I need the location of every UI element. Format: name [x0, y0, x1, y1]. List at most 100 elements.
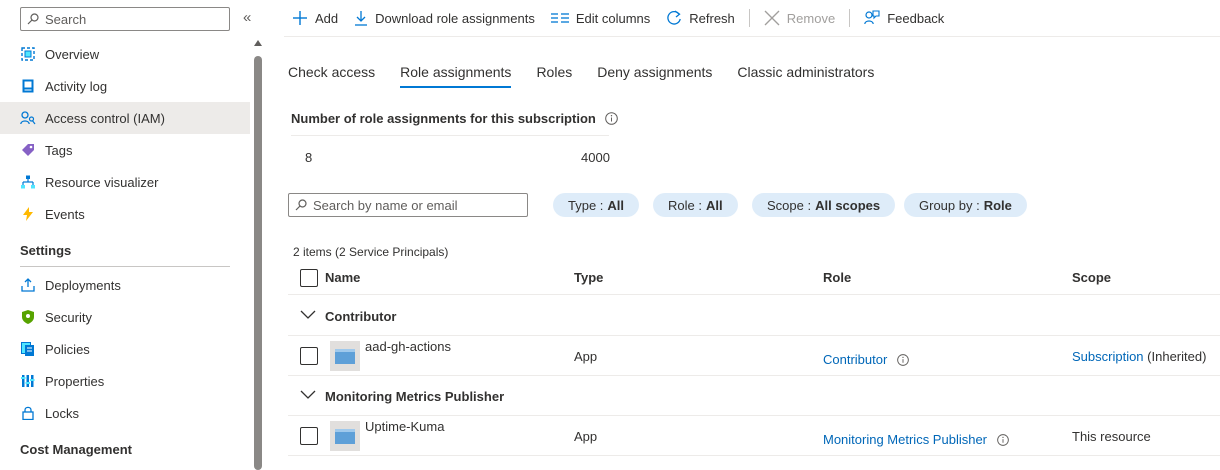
add-label: Add	[315, 10, 339, 26]
info-icon[interactable]	[996, 434, 1009, 446]
edit-columns-button[interactable]: Edit columns	[543, 4, 658, 32]
chevron-down-icon[interactable]	[300, 310, 316, 320]
row-checkbox[interactable]	[300, 427, 318, 445]
search-icon	[295, 199, 307, 211]
role-filter-value: All	[705, 197, 723, 213]
select-all-checkbox[interactable]	[300, 269, 318, 287]
sidebar-item-properties[interactable]: Properties	[0, 365, 250, 397]
scope-filter-pill[interactable]: Scope : All scopes	[752, 193, 896, 217]
search-placeholder: Search by name or email	[313, 197, 458, 213]
sidebar-item-policies[interactable]: Policies	[0, 333, 250, 365]
scroll-up-arrow-icon[interactable]	[254, 40, 262, 46]
tab-roles[interactable]: Roles	[536, 56, 572, 88]
column-header-role[interactable]: Role	[823, 270, 851, 285]
row-checkbox[interactable]	[300, 347, 318, 365]
group-header-monitoring-metrics-publisher[interactable]: Monitoring Metrics Publisher	[288, 376, 1220, 416]
scope-link[interactable]: Subscription	[1072, 349, 1144, 364]
count-progress-track	[291, 135, 609, 136]
download-label: Download role assignments	[375, 10, 535, 26]
tag-icon	[20, 142, 36, 158]
feedback-icon	[864, 10, 880, 25]
role-assignment-count-title: Number of role assignments for this subs…	[291, 111, 618, 126]
overview-icon	[20, 46, 36, 62]
sidebar-item-label: Overview	[45, 46, 100, 62]
role-link[interactable]: Contributor	[823, 352, 887, 367]
tab-classic-administrators[interactable]: Classic administrators	[737, 56, 874, 88]
role-filter-pill[interactable]: Role : All	[653, 193, 738, 217]
scope-cell: Subscription (Inherited)	[1072, 349, 1206, 364]
sidebar-item-tags[interactable]: Tags	[0, 134, 250, 166]
principal-name-link[interactable]: aad-gh-actions	[365, 339, 451, 354]
sidebar-search-placeholder: Search	[45, 11, 87, 27]
feedback-label: Feedback	[887, 10, 945, 26]
activity-log-icon	[20, 78, 36, 94]
role-cell: Monitoring Metrics Publisher	[823, 432, 1009, 447]
column-header-type[interactable]: Type	[574, 270, 603, 285]
search-by-name-input[interactable]: Search by name or email	[288, 193, 528, 217]
tab-deny-assignments[interactable]: Deny assignments	[597, 56, 712, 88]
scope-text: This resource	[1072, 429, 1151, 444]
download-role-assignments-button[interactable]: Download role assignments	[346, 4, 543, 32]
scrollbar-thumb[interactable]	[254, 56, 262, 470]
refresh-icon	[667, 10, 682, 25]
iam-tabs: Check access Role assignments Roles Deny…	[288, 56, 899, 88]
scope-filter-value: All scopes	[815, 197, 881, 213]
sidebar-scrollbar[interactable]	[253, 40, 263, 470]
refresh-label: Refresh	[689, 10, 735, 26]
collapse-sidebar-button[interactable]: «	[243, 10, 251, 26]
plus-icon	[293, 11, 307, 25]
refresh-button[interactable]: Refresh	[658, 4, 743, 32]
sidebar-nav: Overview Activity log Access control (IA…	[0, 38, 250, 465]
sidebar-item-locks[interactable]: Locks	[0, 397, 250, 429]
sidebar-item-deployments[interactable]: Deployments	[0, 269, 250, 301]
sidebar-item-label: Security	[45, 309, 92, 325]
sidebar-item-label: Policies	[45, 341, 90, 357]
info-icon[interactable]	[605, 112, 618, 125]
group-label: Monitoring Metrics Publisher	[325, 389, 505, 404]
group-label: Contributor	[325, 309, 397, 324]
scope-inherited: (Inherited)	[1147, 349, 1207, 364]
group-header-contributor[interactable]: Contributor	[288, 296, 1220, 336]
sidebar-item-label: Events	[45, 206, 85, 222]
table-row[interactable]: aad-gh-actions App Contributor Subscript…	[288, 336, 1220, 376]
deployments-icon	[20, 277, 36, 293]
sidebar-item-activity-log[interactable]: Activity log	[0, 70, 250, 102]
lightning-icon	[20, 206, 36, 222]
role-cell: Contributor	[823, 352, 909, 367]
remove-button[interactable]: Remove	[756, 4, 843, 32]
download-icon	[355, 11, 368, 26]
info-icon[interactable]	[897, 354, 909, 366]
principal-name-link[interactable]: Uptime-Kuma	[365, 419, 444, 434]
command-bar: Add Download role assignments Edit colum…	[284, 0, 1220, 37]
toolbar-separator	[849, 9, 851, 27]
type-filter-pill[interactable]: Type : All	[553, 193, 640, 217]
policies-icon	[20, 341, 36, 357]
tab-role-assignments[interactable]: Role assignments	[400, 56, 512, 88]
section-divider	[20, 266, 230, 267]
sidebar-item-access-control[interactable]: Access control (IAM)	[0, 102, 250, 134]
add-button[interactable]: Add	[284, 4, 346, 32]
feedback-button[interactable]: Feedback	[856, 4, 952, 32]
table-row[interactable]: Uptime-Kuma App Monitoring Metrics Publi…	[288, 416, 1220, 456]
group-by-pill[interactable]: Group by : Role	[904, 193, 1027, 217]
column-header-scope[interactable]: Scope	[1072, 270, 1111, 285]
sidebar-search-input[interactable]: Search	[20, 7, 230, 31]
sidebar-item-label: Deployments	[45, 277, 121, 293]
items-summary: 2 items (2 Service Principals)	[293, 245, 449, 259]
sidebar-item-overview[interactable]: Overview	[0, 38, 250, 70]
tab-check-access[interactable]: Check access	[288, 56, 375, 88]
settings-section-header: Settings	[20, 243, 72, 258]
grid-header-row: Name Type Role Scope	[288, 261, 1220, 295]
sidebar-item-label: Activity log	[45, 78, 108, 94]
sidebar-item-resource-visualizer[interactable]: Resource visualizer	[0, 166, 250, 198]
app-registration-icon	[330, 421, 360, 451]
chevron-down-icon[interactable]	[300, 390, 316, 400]
search-icon	[27, 13, 39, 25]
group-by-label: Group by :	[919, 197, 980, 213]
cost-management-section-header: Cost Management	[20, 442, 132, 457]
close-icon	[764, 10, 780, 26]
role-link[interactable]: Monitoring Metrics Publisher	[823, 432, 987, 447]
sidebar-item-security[interactable]: Security	[0, 301, 250, 333]
sidebar-item-events[interactable]: Events	[0, 198, 250, 230]
column-header-name[interactable]: Name	[325, 270, 360, 285]
